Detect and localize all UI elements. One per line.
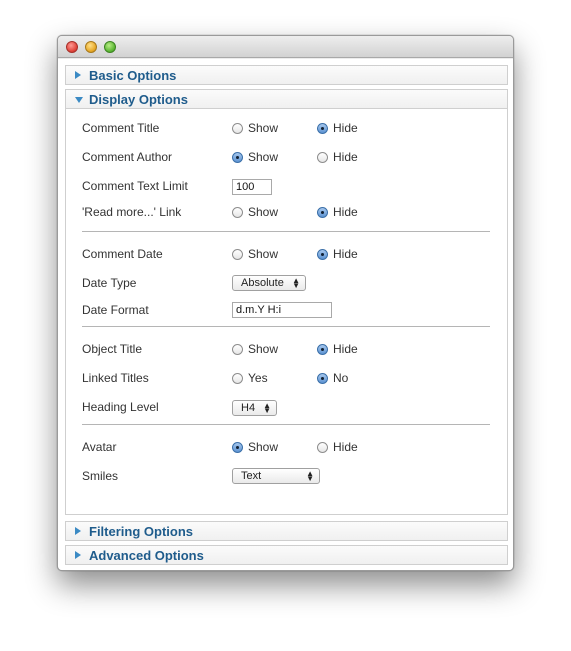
radio-label: Hide <box>333 205 358 219</box>
radio-circle <box>232 372 243 384</box>
comment-date-label: Comment Date <box>82 247 163 261</box>
avatar-label: Avatar <box>82 440 117 454</box>
panel-basic-options[interactable]: Basic Options <box>65 65 508 85</box>
expand-arrow-icon <box>75 71 81 79</box>
window-content: Basic Options Display Options Comment Ti… <box>58 59 513 570</box>
radio-label: Hide <box>333 440 358 454</box>
expand-arrow-icon <box>75 527 81 535</box>
radio-circle <box>317 206 328 218</box>
date-type-label: Date Type <box>82 276 137 290</box>
heading-level-row: Heading Level H4 ▲ ▼ <box>66 397 507 417</box>
radio-circle <box>232 122 243 134</box>
app-window: Basic Options Display Options Comment Ti… <box>57 35 514 571</box>
comment-text-limit-row: Comment Text Limit 100 <box>66 176 507 196</box>
select-arrows-icon: ▲ ▼ <box>306 469 314 483</box>
avatar-hide-radio[interactable]: Hide <box>317 440 358 454</box>
comment-author-row: Comment Author Show Hide <box>66 147 507 167</box>
radio-circle <box>232 206 243 218</box>
comment-date-show-radio[interactable]: Show <box>232 247 278 261</box>
section-divider <box>82 424 490 425</box>
radio-circle <box>317 343 328 355</box>
radio-label: Show <box>248 342 279 356</box>
panel-display-options[interactable]: Display Options <box>65 89 508 109</box>
smiles-row: Smiles Text ▲ ▼ <box>66 466 507 486</box>
date-format-label: Date Format <box>82 303 149 317</box>
comment-date-row: Comment Date Show Hide <box>66 244 507 264</box>
read-more-show-radio[interactable]: Show <box>232 205 278 219</box>
smiles-select[interactable]: Text ▲ ▼ <box>232 468 320 484</box>
heading-level-select[interactable]: H4 ▲ ▼ <box>232 400 277 416</box>
linked-titles-no-radio[interactable]: No <box>317 371 348 385</box>
comment-title-label: Comment Title <box>82 121 160 135</box>
comment-text-limit-input[interactable]: 100 <box>232 179 272 195</box>
read-more-link-label: 'Read more...' Link <box>82 205 182 219</box>
zoom-window-button[interactable] <box>104 41 116 53</box>
date-type-select[interactable]: Absolute ▲ ▼ <box>232 275 306 291</box>
object-title-row: Object Title Show Hide <box>66 339 507 359</box>
linked-titles-yes-radio[interactable]: Yes <box>232 371 268 385</box>
display-options-body: Comment Title Show Hide Comment Author S… <box>65 109 508 515</box>
comment-date-hide-radio[interactable]: Hide <box>317 247 358 261</box>
comment-author-show-radio[interactable]: Show <box>232 150 278 164</box>
select-value: Text <box>241 470 262 482</box>
comment-title-row: Comment Title Show Hide <box>66 118 507 138</box>
object-title-hide-radio[interactable]: Hide <box>317 342 358 356</box>
comment-author-label: Comment Author <box>82 150 173 164</box>
panel-filtering-options[interactable]: Filtering Options <box>65 521 508 541</box>
smiles-label: Smiles <box>82 469 119 483</box>
radio-label: Hide <box>333 150 358 164</box>
radio-label: No <box>333 371 349 385</box>
linked-titles-label: Linked Titles <box>82 371 149 385</box>
read-more-link-row: 'Read more...' Link Show Hide <box>66 202 507 222</box>
panel-advanced-options[interactable]: Advanced Options <box>65 545 508 565</box>
radio-circle <box>317 372 328 384</box>
radio-circle <box>232 248 243 260</box>
radio-circle <box>232 441 243 453</box>
radio-circle <box>232 343 243 355</box>
close-window-button[interactable] <box>66 41 78 53</box>
comment-author-hide-radio[interactable]: Hide <box>317 150 358 164</box>
select-arrows-icon: ▲ ▼ <box>263 401 271 415</box>
panel-title: Basic Options <box>89 68 177 83</box>
radio-label: Show <box>248 205 279 219</box>
expand-arrow-icon <box>75 551 81 559</box>
comment-text-limit-label: Comment Text Limit <box>82 179 188 193</box>
radio-circle <box>317 441 328 453</box>
select-value: H4 <box>241 402 256 414</box>
minimize-window-button[interactable] <box>85 41 97 53</box>
object-title-label: Object Title <box>82 342 143 356</box>
radio-circle <box>317 122 328 134</box>
select-arrows-icon: ▲ ▼ <box>292 276 300 290</box>
radio-label: Show <box>248 247 279 261</box>
radio-label: Hide <box>333 342 358 356</box>
comment-title-show-radio[interactable]: Show <box>232 121 278 135</box>
date-format-row: Date Format d.m.Y H:i <box>66 300 507 320</box>
read-more-hide-radio[interactable]: Hide <box>317 205 358 219</box>
title-bar <box>58 36 513 58</box>
panel-title: Filtering Options <box>89 524 193 539</box>
radio-label: Show <box>248 440 279 454</box>
section-divider <box>82 231 490 232</box>
select-value: Absolute <box>241 277 284 289</box>
panel-title: Advanced Options <box>89 548 204 563</box>
date-format-input[interactable]: d.m.Y H:i <box>232 302 332 318</box>
radio-circle <box>317 248 328 260</box>
object-title-show-radio[interactable]: Show <box>232 342 278 356</box>
radio-label: Show <box>248 150 279 164</box>
linked-titles-row: Linked Titles Yes No <box>66 368 507 388</box>
radio-circle <box>232 151 243 163</box>
date-type-row: Date Type Absolute ▲ ▼ <box>66 273 507 293</box>
radio-label: Hide <box>333 247 358 261</box>
avatar-row: Avatar Show Hide <box>66 437 507 457</box>
section-divider <box>82 326 490 327</box>
radio-label: Hide <box>333 121 358 135</box>
panel-title: Display Options <box>89 92 188 107</box>
radio-label: Yes <box>248 371 268 385</box>
comment-title-hide-radio[interactable]: Hide <box>317 121 358 135</box>
radio-circle <box>317 151 328 163</box>
radio-label: Show <box>248 121 279 135</box>
heading-level-label: Heading Level <box>82 400 159 414</box>
collapse-arrow-icon <box>75 97 83 103</box>
avatar-show-radio[interactable]: Show <box>232 440 278 454</box>
